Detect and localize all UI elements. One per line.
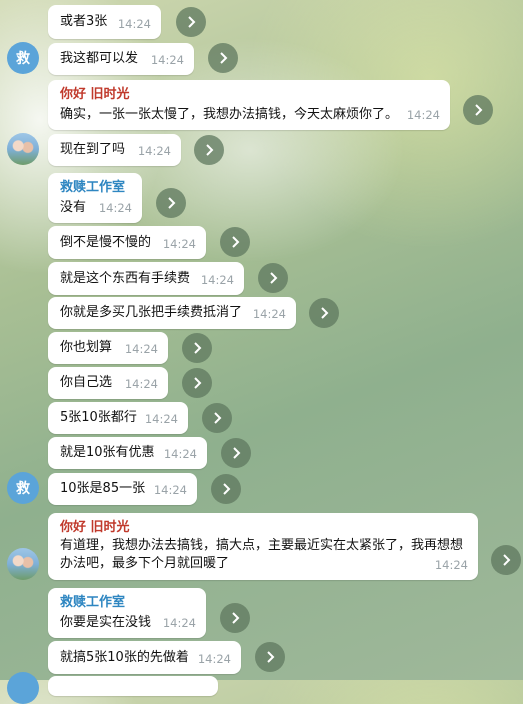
message-bubble[interactable]: 我这都可以发 14:24	[48, 43, 194, 75]
message-time: 14:24	[98, 201, 132, 215]
forward-button[interactable]	[220, 603, 250, 633]
message-text: 没有	[60, 200, 87, 215]
message-text: 有道理，我想办法去搞钱，搞大点，主要最近实在太紧张了，我再想想	[60, 538, 464, 553]
message-text: 10张是85一张	[60, 481, 146, 496]
message-text: 就是这个东西有手续费	[60, 270, 191, 286]
message-bubble[interactable]: 10张是85一张 14:24	[48, 473, 197, 505]
forward-button[interactable]	[156, 188, 186, 218]
forward-arrow-icon	[270, 272, 278, 284]
message-bubble[interactable]: 你就是多买几张把手续费抵消了 14:24	[48, 297, 296, 329]
forward-button[interactable]	[491, 545, 521, 575]
forward-arrow-icon	[223, 483, 231, 495]
message-time: 14:24	[197, 652, 231, 666]
message-time: 14:24	[162, 616, 196, 630]
message-text: 你就是多买几张把手续费抵消了	[60, 305, 243, 320]
forward-arrow-icon	[233, 447, 241, 459]
message-text: 或者3张	[60, 14, 108, 29]
sender-name: 你好 旧时光	[60, 87, 130, 102]
message-bubble[interactable]: 就搞5张10张的先做着 14:24	[48, 641, 241, 674]
message-bubble[interactable]: 现在到了吗 14:24	[48, 134, 181, 166]
forward-button[interactable]	[202, 403, 232, 433]
message-bubble[interactable]: 或者3张 14:24	[48, 5, 161, 39]
avatar[interactable]: 救	[7, 42, 39, 74]
avatar-photo[interactable]	[7, 133, 39, 165]
message-time: 14:24	[144, 412, 178, 426]
message-time: 14:24	[162, 237, 196, 251]
message-text: 就是10张有优惠	[60, 445, 155, 460]
avatar-partial[interactable]	[7, 672, 39, 704]
forward-arrow-icon	[206, 144, 214, 156]
message-bubble[interactable]: 你自己选 14:24	[48, 367, 168, 399]
forward-button[interactable]	[211, 474, 241, 504]
forward-arrow-icon	[267, 651, 275, 663]
message-bubble[interactable]: 你也划算 14:24	[48, 332, 168, 364]
forward-button[interactable]	[176, 7, 206, 37]
message-time: 14:24	[150, 53, 184, 67]
forward-button[interactable]	[255, 642, 285, 672]
forward-button[interactable]	[463, 95, 493, 125]
message-time: 14:24	[434, 558, 468, 572]
forward-arrow-icon	[214, 412, 222, 424]
message-time: 14:24	[137, 144, 171, 158]
message-text: 你自己选	[60, 375, 113, 390]
message-time: 14:24	[153, 483, 187, 497]
forward-button[interactable]	[220, 227, 250, 257]
message-bubble[interactable]: 你好 旧时光 确实，一张一张太慢了，我想办法搞钱，今天太麻烦你了。 14:24	[48, 80, 450, 130]
message-bubble[interactable]: 5张10张都行 14:24	[48, 402, 188, 434]
avatar[interactable]: 救	[7, 472, 39, 504]
message-text: 你也划算	[60, 340, 113, 355]
forward-button[interactable]	[221, 438, 251, 468]
forward-arrow-icon	[475, 104, 483, 116]
chat-message-list[interactable]: 或者3张 14:24 救 我这都可以发 14:24 你好 旧时光 确实，一张一张…	[0, 0, 523, 704]
message-time: 14:24	[252, 307, 286, 321]
message-text: 你要是实在没钱	[60, 615, 152, 630]
message-time: 14:24	[124, 377, 158, 391]
message-text: 就搞5张10张的先做着	[60, 649, 189, 665]
message-text: 5张10张都行	[60, 410, 137, 425]
message-bubble[interactable]: 倒不是慢不慢的 14:24	[48, 226, 206, 259]
forward-button[interactable]	[208, 43, 238, 73]
forward-arrow-icon	[503, 554, 511, 566]
message-time: 14:24	[163, 447, 197, 461]
message-text: 确实，一张一张太慢了，我想办法搞钱，今天太麻烦你了。	[60, 107, 399, 122]
message-bubble[interactable]: 你好 旧时光 有道理，我想办法去搞钱，搞大点，主要最近实在太紧张了，我再想想 办…	[48, 513, 478, 580]
forward-arrow-icon	[194, 342, 202, 354]
message-text: 倒不是慢不慢的	[60, 234, 152, 250]
forward-button[interactable]	[182, 368, 212, 398]
forward-arrow-icon	[220, 52, 228, 64]
forward-arrow-icon	[232, 612, 240, 624]
forward-arrow-icon	[232, 236, 240, 248]
message-bubble[interactable]: 就是这个东西有手续费 14:24	[48, 262, 244, 295]
message-time: 14:24	[406, 108, 440, 122]
message-bubble[interactable]: 就是10张有优惠 14:24	[48, 437, 207, 469]
message-text: 办法吧，最多下个月就回暖了	[60, 556, 230, 571]
forward-button[interactable]	[194, 135, 224, 165]
message-text: 现在到了吗	[60, 142, 126, 157]
message-bubble[interactable]: 救赎工作室 没有 14:24	[48, 173, 142, 223]
sender-name: 救赎工作室	[60, 180, 126, 195]
forward-arrow-icon	[168, 197, 176, 209]
sender-name: 救赎工作室	[60, 595, 126, 610]
message-time: 14:24	[200, 273, 234, 287]
forward-arrow-icon	[188, 16, 196, 28]
forward-button[interactable]	[309, 298, 339, 328]
forward-button[interactable]	[258, 263, 288, 293]
message-text: 我这都可以发	[60, 51, 139, 66]
message-time: 14:24	[124, 342, 158, 356]
message-bubble[interactable]: 救赎工作室 你要是实在没钱 14:24	[48, 588, 206, 638]
sender-name: 你好 旧时光	[60, 520, 130, 535]
forward-arrow-icon	[194, 377, 202, 389]
forward-arrow-icon	[321, 307, 329, 319]
message-bubble-partial[interactable]	[48, 676, 218, 696]
message-time: 14:24	[117, 17, 151, 31]
forward-button[interactable]	[182, 333, 212, 363]
avatar-photo[interactable]	[7, 548, 39, 580]
